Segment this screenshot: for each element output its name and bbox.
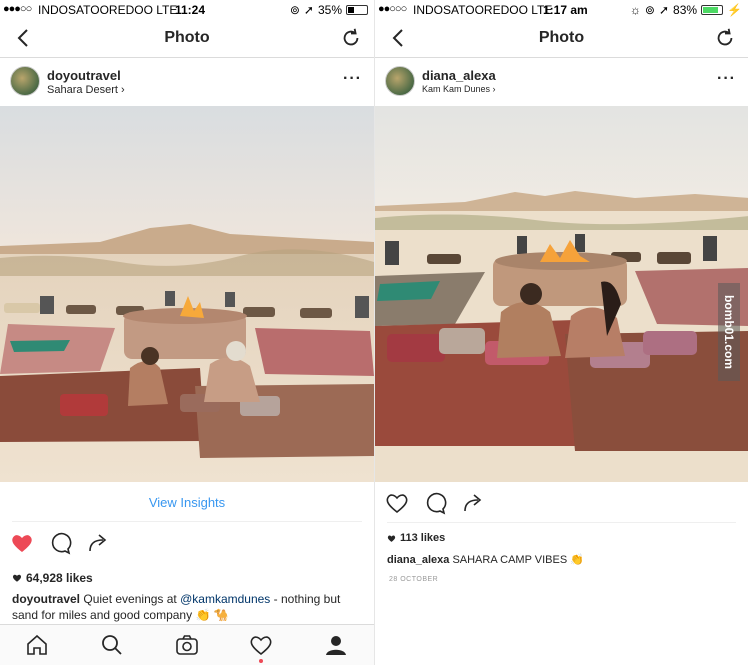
post-caption: doyoutravel Quiet evenings at @kamkamdun…: [12, 591, 362, 623]
likes-count[interactable]: 113 likes: [387, 532, 445, 544]
battery-icon: [346, 5, 368, 15]
post-location[interactable]: Kam Kam Dunes ›: [422, 84, 496, 94]
status-time: 11:24: [175, 3, 206, 17]
chevron-right-icon: ›: [121, 84, 125, 96]
status-bar: ●●●○○ INDOSATOOREDOO LTE 11:24 ⊚ ➚ 35%: [0, 0, 374, 20]
heart-icon[interactable]: [385, 491, 409, 515]
desert-camp-image: [0, 106, 374, 482]
activity-notification-dot: [259, 659, 263, 663]
refresh-icon[interactable]: [714, 27, 736, 49]
likes-label: 64,928 likes: [26, 571, 93, 585]
heart-icon[interactable]: [10, 531, 34, 555]
page-title: Photo: [538, 29, 585, 46]
caption-username[interactable]: diana_alexa: [387, 554, 449, 566]
location-arrow-icon: ➚: [658, 3, 670, 17]
page-title: Photo: [164, 29, 210, 46]
caption-text: SAHARA CAMP VIBES 👏: [452, 554, 584, 566]
signal-strength-icon: ●●○○○: [378, 3, 407, 15]
share-icon[interactable]: [86, 531, 110, 555]
view-insights-link[interactable]: View Insights: [12, 482, 362, 522]
post-username[interactable]: diana_alexa: [422, 68, 496, 83]
charging-icon: ⚡: [727, 3, 742, 17]
refresh-icon[interactable]: [340, 27, 362, 49]
comment-icon[interactable]: [423, 491, 447, 515]
carrier-label: INDOSATOOREDOO LTE: [413, 3, 553, 17]
action-bar: [0, 523, 374, 563]
more-options-icon[interactable]: ···: [343, 70, 362, 88]
post-header: diana_alexa Kam Kam Dunes › ···: [375, 58, 748, 106]
status-right: ☼ ⊚ ➚ 83% ⚡: [630, 3, 742, 17]
caption-username[interactable]: doyoutravel: [12, 592, 80, 606]
desert-camp-image: [375, 106, 748, 482]
status-time: 1:17 am: [543, 3, 588, 17]
post-username[interactable]: doyoutravel: [47, 68, 121, 83]
small-heart-icon: [12, 574, 22, 582]
more-options-icon[interactable]: ···: [717, 70, 736, 88]
share-icon[interactable]: [461, 491, 485, 515]
brightness-icon: ☼: [629, 3, 641, 17]
carrier-label: INDOSATOOREDOO LTE: [38, 3, 178, 17]
activity-heart-icon[interactable]: [249, 633, 273, 657]
signal-strength-icon: ●●●○○: [3, 3, 32, 15]
comment-icon[interactable]: [48, 531, 72, 555]
avatar[interactable]: [385, 66, 415, 96]
battery-icon: [701, 5, 724, 15]
avatar[interactable]: [10, 66, 40, 96]
likes-count[interactable]: 64,928 likes: [12, 571, 93, 585]
post-header: doyoutravel Sahara Desert › ···: [0, 58, 374, 106]
post-caption: diana_alexa SAHARA CAMP VIBES 👏: [387, 552, 736, 568]
orientation-lock-icon: ⊚: [289, 3, 300, 17]
profile-icon[interactable]: [324, 633, 348, 657]
status-bar: ●●○○○ INDOSATOOREDOO LTE 1:17 am ☼ ⊚ ➚ 8…: [375, 0, 748, 20]
nav-bar: Photo: [375, 20, 748, 58]
post-photo[interactable]: [0, 106, 374, 482]
battery-percent: 83%: [673, 3, 698, 17]
caption-mention[interactable]: @kamkamdunes: [180, 592, 270, 606]
home-icon[interactable]: [25, 633, 49, 657]
search-icon[interactable]: [100, 633, 124, 657]
post-photo[interactable]: [375, 106, 748, 482]
right-screenshot: ●●○○○ INDOSATOOREDOO LTE 1:17 am ☼ ⊚ ➚ 8…: [374, 0, 748, 665]
caption-text-1: Quiet evenings at: [83, 592, 181, 606]
small-heart-icon: [387, 535, 396, 542]
battery-percent: 35%: [317, 3, 342, 17]
likes-label: 113 likes: [400, 532, 446, 544]
left-screenshot: ●●●○○ INDOSATOOREDOO LTE 11:24 ⊚ ➚ 35% P…: [0, 0, 374, 665]
status-right: ⊚ ➚ 35%: [290, 3, 368, 17]
orientation-lock-icon: ⊚: [644, 3, 655, 17]
post-date: 28 OCTOBER: [389, 576, 439, 583]
chevron-right-icon: ›: [492, 84, 496, 94]
post-location[interactable]: Sahara Desert ›: [47, 84, 125, 96]
tab-bar: [0, 624, 374, 665]
action-bar: [385, 483, 736, 523]
location-label: Kam Kam Dunes: [422, 84, 491, 94]
watermark: bomb01.com: [718, 283, 740, 381]
location-arrow-icon: ➚: [303, 3, 314, 17]
camera-icon[interactable]: [175, 633, 199, 657]
location-label: Sahara Desert: [47, 84, 118, 96]
nav-bar: Photo: [0, 20, 374, 58]
